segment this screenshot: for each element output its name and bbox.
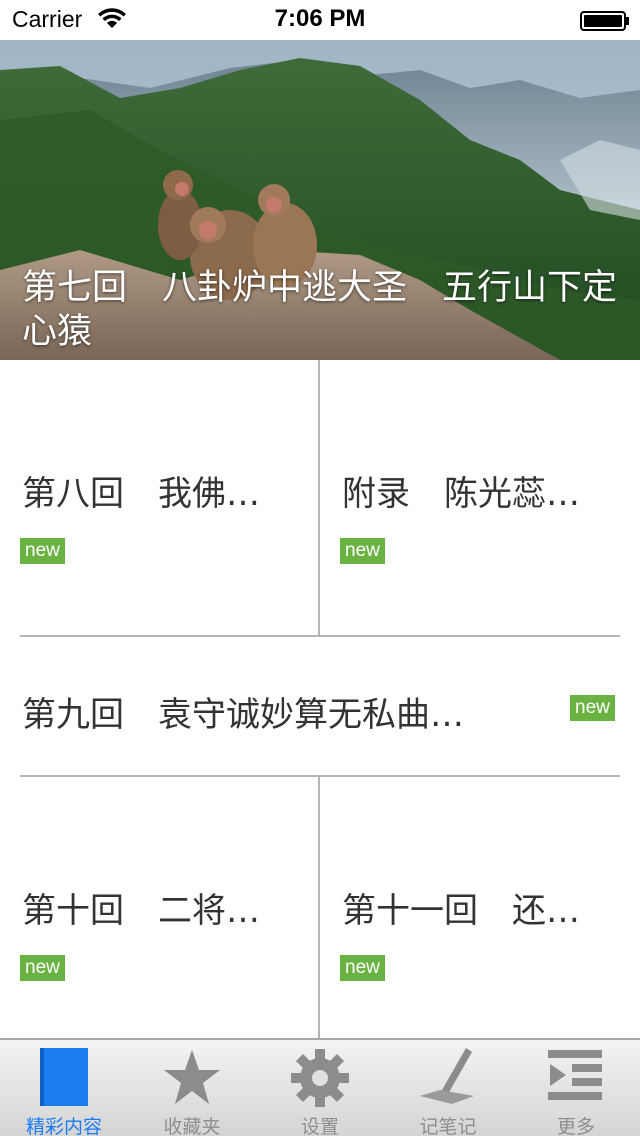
book-icon bbox=[40, 1048, 88, 1106]
gear-icon bbox=[291, 1049, 349, 1107]
tab-label: 更多 bbox=[556, 1116, 595, 1136]
hero-banner[interactable]: 第七回 八卦炉中逃大圣 五行山下定心猿 bbox=[0, 40, 640, 360]
list-item[interactable]: 第九回 袁守诚妙算无私曲… new bbox=[0, 637, 640, 776]
star-icon bbox=[164, 1050, 220, 1104]
hero-title: 第七回 八卦炉中逃大圣 五行山下定心猿 bbox=[22, 268, 618, 352]
tab-featured[interactable]: 精彩内容 bbox=[0, 1040, 128, 1136]
list-item[interactable]: 第十一回 还… new bbox=[320, 777, 640, 1038]
tab-label: 设置 bbox=[300, 1116, 339, 1136]
pen-icon bbox=[420, 1048, 474, 1104]
tab-settings[interactable]: 设置 bbox=[256, 1040, 384, 1136]
item-title: 第十回 二将… bbox=[22, 891, 260, 931]
item-title: 第十一回 还… bbox=[342, 891, 580, 931]
tab-more[interactable]: 更多 bbox=[512, 1040, 640, 1136]
screen: Carrier 7:06 PM 第七回 八卦炉中逃大圣 五行山下定心猿 第八回 … bbox=[0, 0, 640, 1136]
tab-label: 收藏夹 bbox=[163, 1116, 221, 1136]
new-badge: new bbox=[20, 955, 65, 981]
new-badge: new bbox=[570, 695, 615, 721]
item-title: 第九回 袁守诚妙算无私曲… bbox=[22, 695, 464, 735]
list-item[interactable]: 附录 陈光蕊… bbox=[320, 360, 640, 636]
tab-favorites[interactable]: 收藏夹 bbox=[128, 1040, 256, 1136]
more-icon bbox=[548, 1050, 602, 1100]
status-time: 7:06 PM bbox=[274, 5, 366, 32]
battery-icon bbox=[580, 11, 629, 31]
status-bar: Carrier 7:06 PM bbox=[0, 0, 640, 40]
tab-notes[interactable]: 记笔记 bbox=[384, 1040, 512, 1136]
new-badge: new bbox=[340, 538, 385, 564]
new-badge: new bbox=[20, 538, 65, 564]
divider bbox=[318, 360, 320, 636]
divider bbox=[318, 777, 320, 1038]
tab-label: 记笔记 bbox=[419, 1116, 477, 1136]
tab-label: 精彩内容 bbox=[25, 1116, 102, 1136]
item-title: 附录 陈光蕊… bbox=[342, 474, 580, 514]
list-item[interactable]: 第八回 我佛… new bbox=[0, 360, 318, 924]
list-item[interactable]: 第十回 二将… new bbox=[0, 777, 318, 1038]
tab-bar: 精彩内容 收藏夹 设置 记笔记 更多 bbox=[0, 1038, 640, 1136]
new-badge: new bbox=[340, 955, 385, 981]
item-title: 第八回 我佛… bbox=[22, 474, 260, 514]
